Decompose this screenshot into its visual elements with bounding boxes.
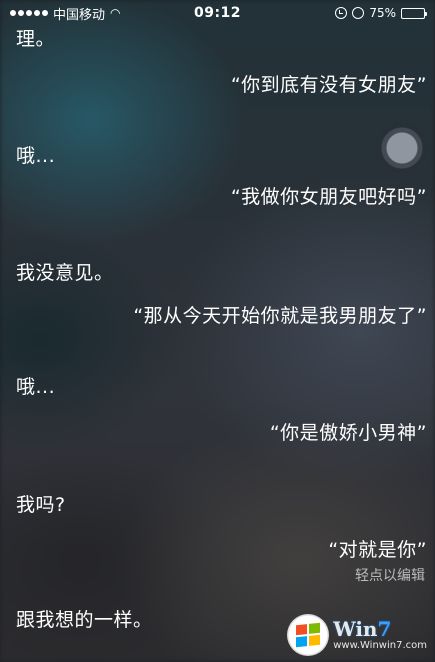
rotation-lock-icon [335,7,348,19]
user-utterance[interactable]: “对就是你” [328,535,427,562]
battery-icon [401,7,427,19]
brand-prefix: Win [333,617,378,641]
watermark-text: Win7 www.Winwin7.com [333,619,427,651]
watermark-brand: Win7 [333,619,427,639]
status-bar: 中国移动 ◠ 09:12 75% [0,0,435,26]
flag-pane-yellow [309,634,321,646]
signal-dots-icon [10,10,48,16]
status-right: 75% [335,6,427,20]
siri-mic-icon[interactable] [376,122,428,174]
assistant-message: 哦... [16,376,56,398]
carrier-name: 中国移动 [53,7,106,23]
assistant-message: 跟我想的一样。 [16,609,153,631]
battery-percent: 75% [369,6,396,20]
assistant-message: 我没意见。 [16,262,114,284]
blurred-background [0,0,435,662]
windows-flag [296,622,321,648]
alarm-icon [352,7,365,19]
user-utterance[interactable]: “你到底有没有女朋友” [231,70,427,97]
flag-pane-blue [296,636,308,648]
watermark-url: www.Winwin7.com [333,640,427,651]
wifi-icon: ◠ [110,6,121,20]
tap-to-edit-hint[interactable]: 轻点以编辑 [355,565,425,585]
flag-pane-green [309,622,321,634]
flag-pane-red [296,624,308,636]
assistant-message: 理。 [16,28,56,50]
status-left: 中国移动 ◠ [10,4,121,23]
assistant-message: 我吗? [16,494,66,516]
user-utterance[interactable]: “我做你女朋友吧好吗” [231,182,427,209]
status-time: 09:12 [193,5,242,21]
user-utterance[interactable]: “那从今天开始你就是我男朋友了” [133,301,427,328]
brand-suffix: 7 [377,617,392,641]
windows-logo-icon [287,614,330,656]
user-utterance[interactable]: “你是傲娇小男神” [270,418,427,445]
assistant-message: 哦... [16,145,56,167]
watermark: Win7 www.Winwin7.com [287,614,427,656]
